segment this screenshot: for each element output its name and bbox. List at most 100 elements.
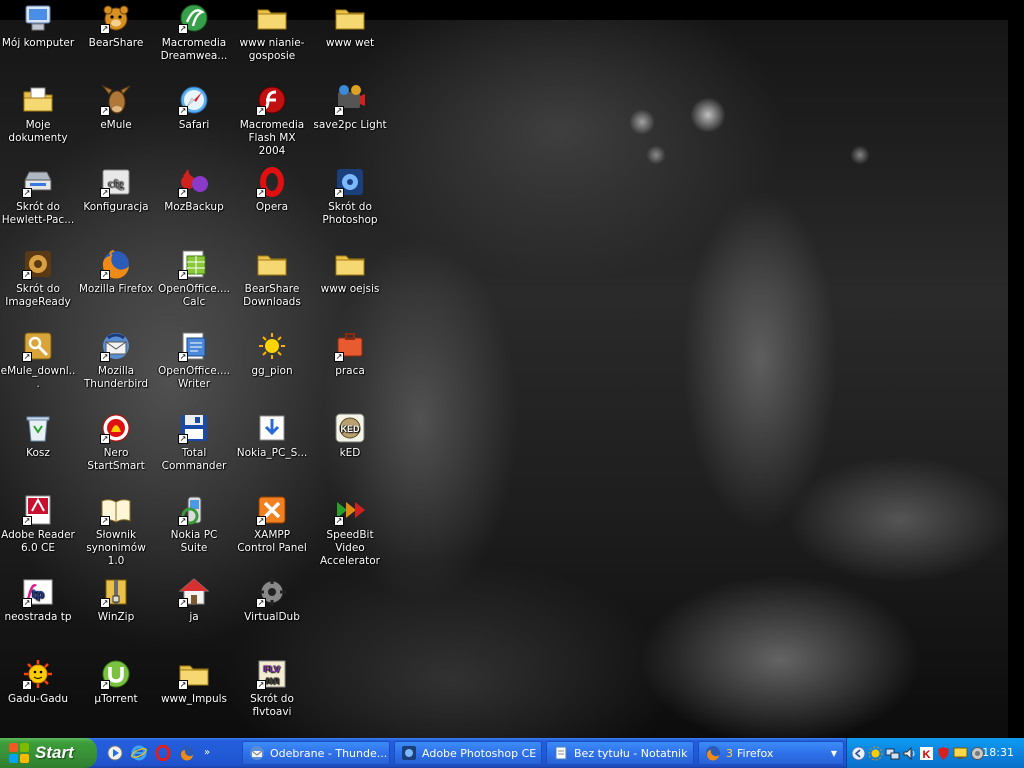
desktop-icon[interactable]: ↗ Opera — [234, 166, 310, 214]
desktop-icon[interactable]: ↗ Macromedia Flash MX 2004 — [234, 84, 310, 158]
desktop-icon[interactable]: FLV AVI ↗ Skrót do flvtoavi — [234, 658, 310, 719]
desktop-icon[interactable]: BearShare Downloads — [234, 248, 310, 309]
thunderbird-icon: ↗ — [100, 330, 132, 362]
desktop-icon[interactable]: ↗ save2pc Light — [312, 84, 388, 132]
shortcut-arrow-icon: ↗ — [256, 106, 266, 116]
desktop-icon[interactable]: KED kED — [312, 412, 388, 460]
desktop-icon-label: www_Impuls — [160, 693, 228, 705]
desktop-icon[interactable]: ↗ Skrót do ImageReady — [0, 248, 76, 309]
desktop-icon[interactable]: ↗ Safari — [156, 84, 232, 132]
task-label: Firefox — [737, 746, 774, 760]
task-label: Odebrane - Thunde... — [270, 746, 388, 760]
windows-media-player-icon[interactable] — [104, 742, 126, 764]
desktop-icon[interactable]: ↗ XAMPP Control Panel — [234, 494, 310, 555]
desktop-icon[interactable]: ↗ µTorrent — [78, 658, 154, 706]
gg-sun-icon[interactable] — [868, 745, 883, 761]
speedbit-icon: ↗ — [334, 494, 366, 526]
hide-tray-arrow-icon[interactable] — [851, 745, 866, 761]
quick-launch-expand-icon[interactable]: » — [200, 742, 214, 764]
firefox-icon: ↗ — [100, 248, 132, 280]
desktop-icon-label: www wet — [325, 37, 375, 49]
flv-icon: FLV AVI ↗ — [256, 658, 288, 690]
desktop-icon[interactable]: ↗ praca — [312, 330, 388, 378]
desktop-icon[interactable]: ↗ eMule_downl... — [0, 330, 76, 391]
desktop-icon[interactable]: Mój komputer — [0, 2, 76, 50]
shortcut-arrow-icon: ↗ — [100, 24, 110, 34]
photoshop-icon — [401, 745, 417, 761]
network-icon[interactable] — [885, 745, 900, 761]
taskbar-clock[interactable]: 18:31 — [982, 746, 1014, 759]
desktop-icon[interactable]: ↗ Total Commander — [156, 412, 232, 473]
security-icon[interactable] — [936, 745, 951, 761]
desktop-icon-label: ja — [189, 611, 199, 623]
desktop-icon[interactable]: ↗ BearShare — [78, 2, 154, 50]
desktop-icon-label: praca — [335, 365, 365, 377]
svg-text:K: K — [923, 749, 931, 761]
desktop-icon[interactable]: ↗ Skrót do Photoshop — [312, 166, 388, 227]
desktop-icon[interactable]: Moje dokumenty — [0, 84, 76, 145]
shortcut-arrow-icon: ↗ — [256, 598, 266, 608]
shortcut-arrow-icon: ↗ — [256, 516, 266, 526]
home-icon: ↗ — [178, 576, 210, 608]
desktop-icon[interactable]: ↗ Mozilla Firefox — [78, 248, 154, 296]
display-icon[interactable] — [953, 745, 968, 761]
total-commander-icon: ↗ — [178, 412, 210, 444]
task-thunderbird[interactable]: Odebrane - Thunde... — [242, 741, 390, 765]
start-label: Start — [35, 743, 74, 762]
desktop-icon-label: gg_pion — [251, 365, 293, 377]
opera-icon[interactable] — [152, 742, 174, 764]
desktop-icon[interactable]: Nokia_PC_S... — [234, 412, 310, 460]
desktop-icon[interactable]: ↗ Gadu-Gadu — [0, 658, 76, 706]
volume-icon[interactable] — [902, 745, 917, 761]
folder-icon — [256, 248, 288, 280]
desktop-icon-label: Macromedia Dreamwea... — [160, 37, 228, 62]
desktop-icon-label: µTorrent — [94, 693, 138, 705]
desktop-icon[interactable]: ↗ OpenOffice.... Writer — [156, 330, 232, 391]
desktop-icon[interactable]: ↗ OpenOffice.... Calc — [156, 248, 232, 309]
desktop-icon[interactable]: ↗ Adobe Reader 6.0 CE — [0, 494, 76, 555]
desktop-icon[interactable]: ↗ eMule — [78, 84, 154, 132]
desktop-icon-label: Mozilla Firefox — [78, 283, 154, 295]
firefox-icon[interactable] — [176, 742, 198, 764]
shortcut-arrow-icon: ↗ — [100, 270, 110, 280]
shortcut-arrow-icon: ↗ — [178, 680, 188, 690]
desktop-icon[interactable]: ↗ ja — [156, 576, 232, 624]
desktop-icon[interactable]: ↗ WinZip — [78, 576, 154, 624]
desktop-icon[interactable]: ↗ Skrót do Hewlett-Pac... — [0, 166, 76, 227]
desktop-icon-label: neostrada tp — [4, 611, 72, 623]
svg-text:AVI: AVI — [265, 676, 279, 686]
my-documents-icon — [22, 84, 54, 116]
desktop-icon[interactable]: ↗ Macromedia Dreamwea... — [156, 2, 232, 63]
desktop-icon[interactable]: tp ↗ neostrada tp — [0, 576, 76, 624]
installer-icon — [256, 412, 288, 444]
start-button[interactable]: Start — [0, 738, 97, 768]
desktop-icon[interactable]: www nianie-gosposie — [234, 2, 310, 63]
winzip-icon: ↗ — [100, 576, 132, 608]
antivirus-icon[interactable]: K — [919, 745, 934, 761]
task-photoshop[interactable]: Adobe Photoshop CE — [394, 741, 542, 765]
task-notepad[interactable]: Bez tytułu - Notatnik — [546, 741, 694, 765]
desktop-icon[interactable]: ↗ Nokia PC Suite — [156, 494, 232, 555]
desktop-icon-label: eMule_downl... — [0, 365, 76, 390]
desktop-icon[interactable]: www wet — [312, 2, 388, 50]
desktop-icon[interactable]: ↗ Mozilla Thunderbird — [78, 330, 154, 391]
shortcut-arrow-icon: ↗ — [178, 352, 188, 362]
xampp-icon: ↗ — [256, 494, 288, 526]
internet-explorer-icon[interactable] — [128, 742, 150, 764]
desktop-icon[interactable]: ↗ SpeedBit Video Accelerator — [312, 494, 388, 568]
task-firefox-group[interactable]: 3 Firefox ▼ — [698, 741, 844, 765]
desktop-icon[interactable]: www oejsis — [312, 248, 388, 296]
desktop-icon[interactable]: ↗ MozBackup — [156, 166, 232, 214]
shortcut-arrow-icon: ↗ — [22, 680, 32, 690]
gadu-gadu-icon: ↗ — [22, 658, 54, 690]
desktop-icon[interactable]: ↗ Słownik synonimów 1.0 — [78, 494, 154, 568]
desktop-icon[interactable]: ↗ VirtualDub — [234, 576, 310, 624]
shortcut-arrow-icon: ↗ — [334, 352, 344, 362]
desktop-icon[interactable]: ↗ www_Impuls — [156, 658, 232, 706]
desktop-icon[interactable]: gg_pion — [234, 330, 310, 378]
desktop-icon[interactable]: Kosz — [0, 412, 76, 460]
desktop-icon[interactable]: cfg ↗ Konfiguracja — [78, 166, 154, 214]
firefox-icon — [705, 745, 721, 761]
shortcut-arrow-icon: ↗ — [256, 680, 266, 690]
desktop-icon[interactable]: ↗ Nero StartSmart — [78, 412, 154, 473]
